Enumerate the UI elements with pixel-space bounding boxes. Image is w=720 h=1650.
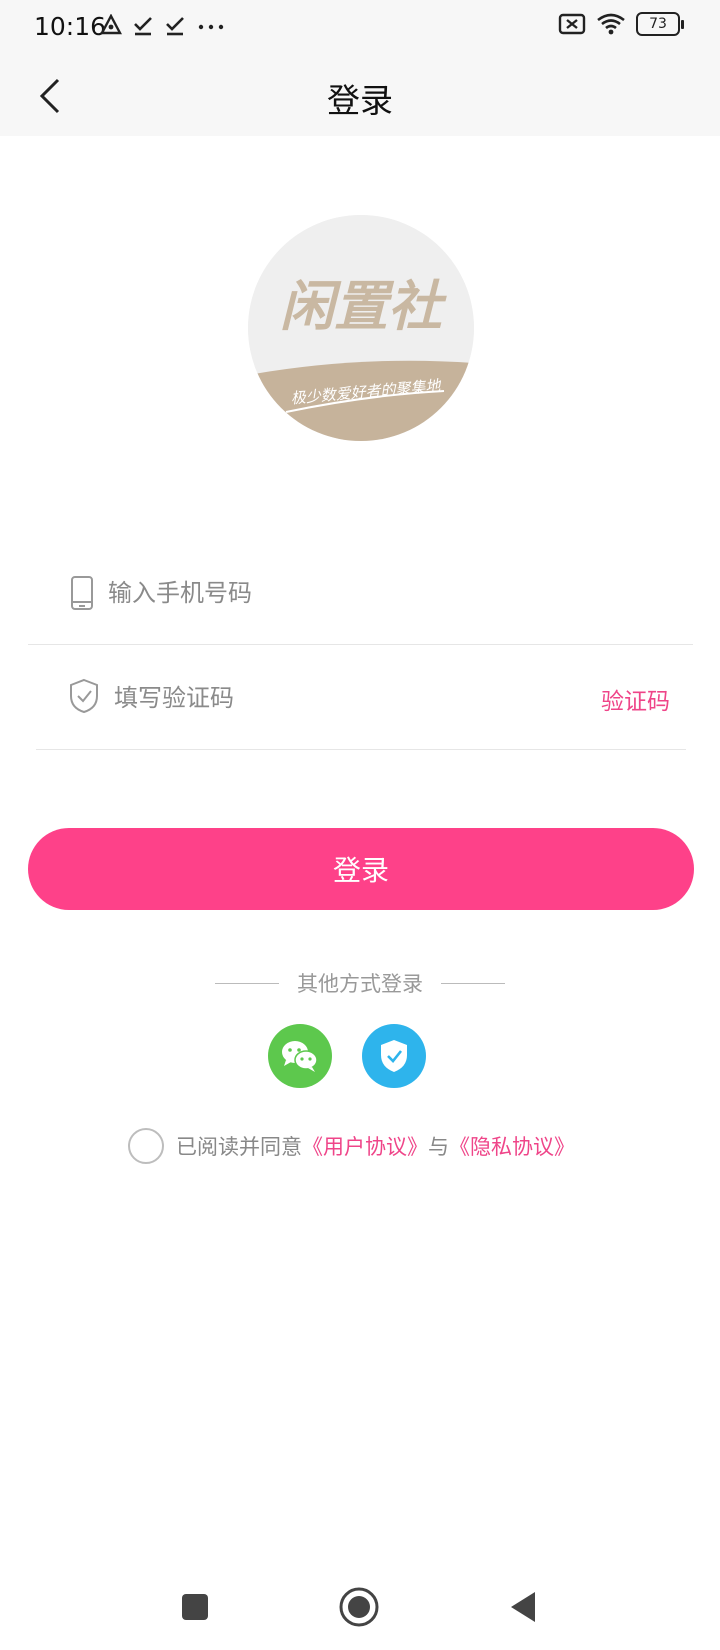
shield-login-button[interactable] (362, 1024, 426, 1088)
page-title: 登录 (327, 81, 393, 120)
battery-icon: 73 (636, 12, 684, 36)
battery-level: 73 (649, 16, 667, 32)
more-dots-icon (198, 24, 224, 30)
privacy-policy-link[interactable]: 《隐私协议》 (449, 1131, 575, 1161)
navigation-icon (100, 14, 122, 35)
login-button[interactable]: 登录 (28, 828, 694, 910)
logo-brand-text: 闲置社 (280, 275, 447, 338)
status-bar: 10:16 73 (0, 0, 720, 56)
code-row: 验证码 (36, 648, 686, 750)
download-done-icon (134, 17, 152, 36)
divider-line (215, 982, 279, 984)
app-logo: 闲置社 极少数爱好者的聚集地 (248, 215, 474, 441)
other-login-divider: 其他方式登录 (0, 968, 720, 998)
header: 登录 (0, 56, 720, 136)
user-agreement-link[interactable]: 《用户协议》 (302, 1131, 428, 1161)
back-triangle-icon (511, 1592, 535, 1622)
wechat-login-button[interactable] (268, 1024, 332, 1088)
get-code-button[interactable]: 验证码 (601, 682, 670, 716)
agreement-prefix: 已阅读并同意 (176, 1135, 302, 1159)
sim-off-icon (558, 13, 586, 35)
recents-square-icon (182, 1594, 208, 1620)
phone-row (28, 545, 693, 645)
back-nav-button[interactable] (500, 1584, 546, 1630)
wifi-icon (597, 13, 625, 35)
home-button[interactable] (336, 1584, 382, 1630)
other-login-label: 其他方式登录 (297, 972, 423, 996)
social-login-row (268, 1024, 426, 1090)
download-done-icon (166, 17, 184, 36)
wechat-icon (282, 1041, 318, 1072)
logo-graphic: 闲置社 极少数爱好者的聚集地 (248, 215, 474, 441)
agreement-row: 已阅读并同意 《用户协议》 与 《隐私协议》 (128, 1126, 575, 1166)
status-icons-left (100, 14, 226, 36)
shield-check-icon (70, 678, 98, 714)
recents-button[interactable] (172, 1584, 218, 1630)
system-nav-bar (0, 1570, 720, 1640)
home-circle-icon (339, 1587, 379, 1627)
phone-icon (71, 576, 93, 610)
agree-checkbox[interactable] (128, 1128, 164, 1164)
status-icons-right: 73 (558, 12, 684, 36)
status-time: 10:16 (34, 12, 107, 41)
code-input[interactable] (114, 678, 514, 718)
phone-input[interactable] (108, 573, 538, 613)
divider-line (441, 982, 505, 984)
agreement-joiner: 与 (428, 1135, 449, 1159)
shield-icon (381, 1040, 407, 1072)
